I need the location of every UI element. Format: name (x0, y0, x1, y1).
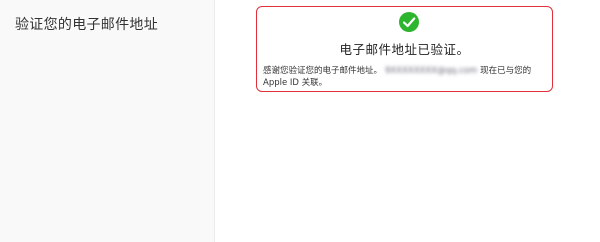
message-text-apple-id: Apple ID 关联。 (263, 78, 328, 88)
sidebar: 验证您的电子邮件地址 (0, 0, 215, 242)
sidebar-title: 验证您的电子邮件地址 (15, 17, 158, 33)
verification-success-card: 电子邮件地址已验证。 感谢您验证您的电子邮件地址。 9XXXXXXXX@qq.co… (256, 6, 553, 92)
message-text-after: 现在已与您的 (480, 66, 532, 76)
main-content: 电子邮件地址已验证。 感谢您验证您的电子邮件地址。 9XXXXXXXX@qq.co… (215, 0, 600, 242)
page: 验证您的电子邮件地址 电子邮件地址已验证。 感谢您验证您的电子邮件地址。 9XXX… (0, 0, 600, 242)
message-text-before: 感谢您验证您的电子邮件地址。 (263, 66, 383, 76)
verified-message: 感谢您验证您的电子邮件地址。 9XXXXXXXX@qq.com 现在已与您的 App… (263, 65, 544, 89)
verified-title: 电子邮件地址已验证。 (339, 42, 470, 57)
redacted-email: 9XXXXXXXX@qq.com (385, 66, 478, 76)
checkmark-circle-icon (399, 12, 419, 32)
